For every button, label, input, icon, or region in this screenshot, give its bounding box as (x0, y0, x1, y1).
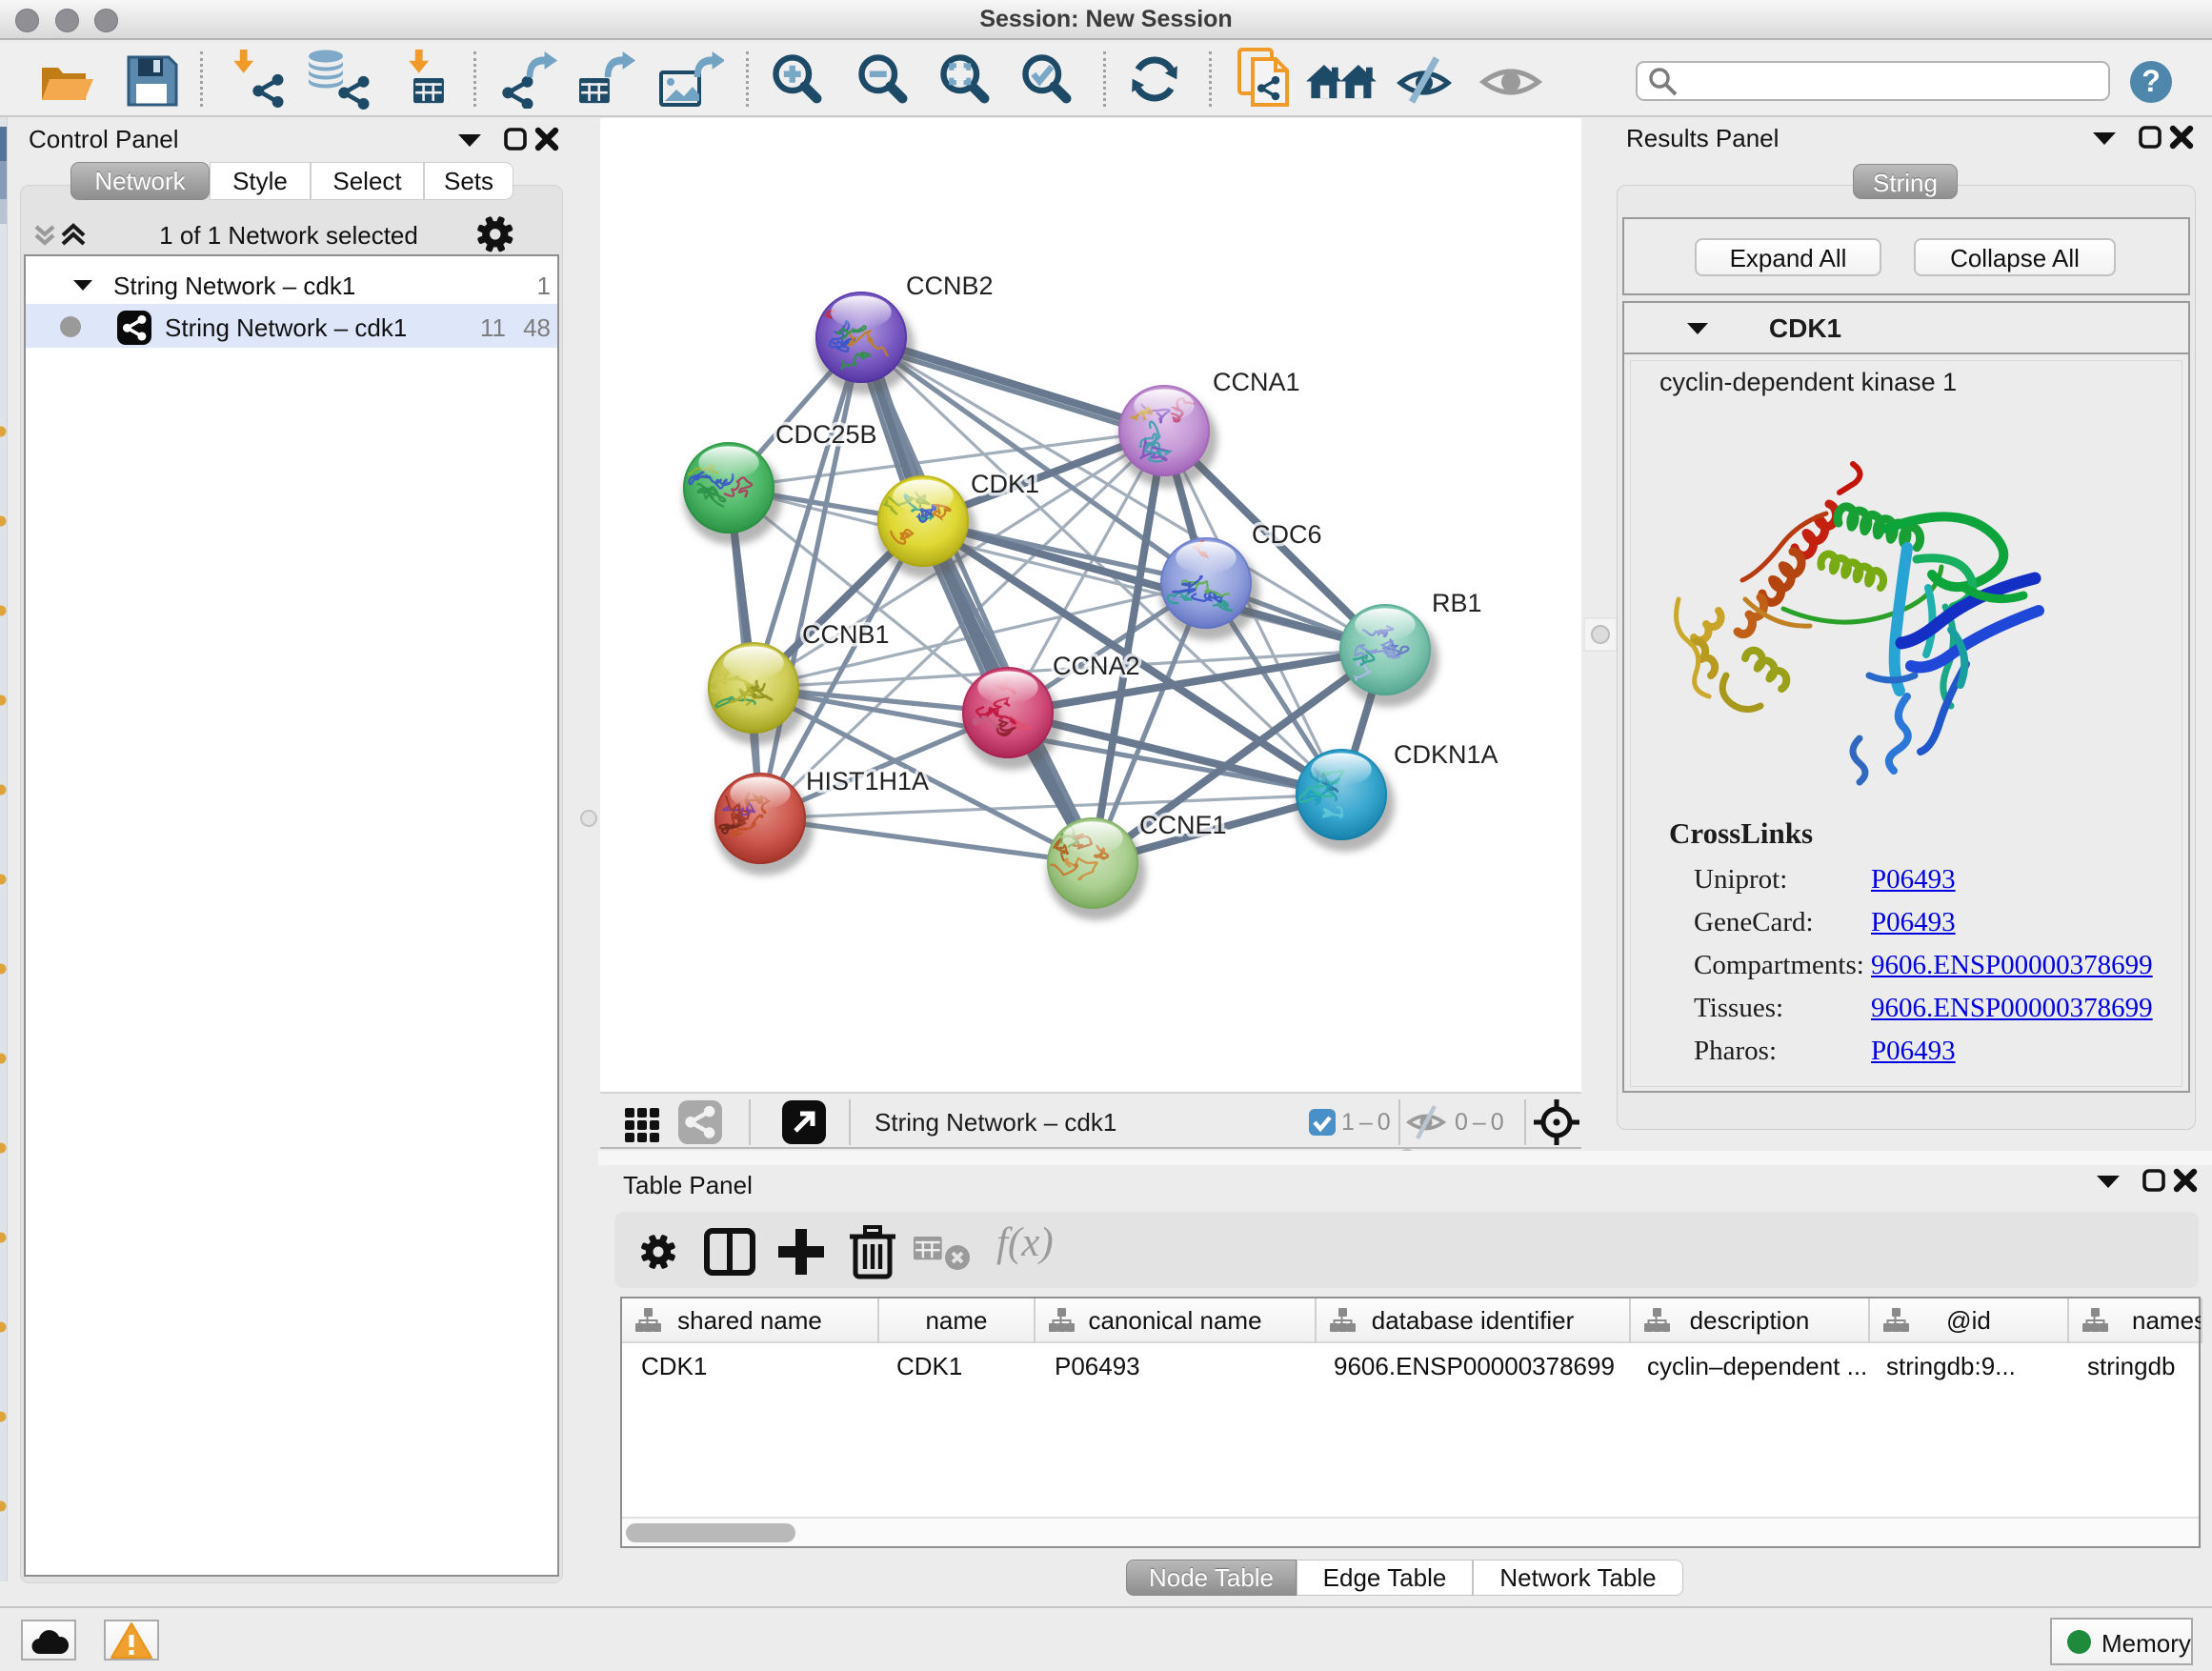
svg-text:1: 1 (537, 272, 551, 300)
svg-text:CDK1: CDK1 (971, 470, 1039, 498)
svg-text:11: 11 (480, 313, 506, 342)
svg-text:48: 48 (523, 313, 551, 342)
svg-text:CDKN1A: CDKN1A (1394, 740, 1498, 769)
svg-text:CCNB2: CCNB2 (906, 272, 994, 300)
svg-text:CDC25B: CDC25B (775, 420, 877, 449)
svg-text:RB1: RB1 (1432, 589, 1482, 617)
svg-text:CCNE1: CCNE1 (1139, 811, 1227, 839)
svg-text:1 of 1 Network selected: 1 of 1 Network selected (159, 221, 418, 250)
svg-text:CCNA2: CCNA2 (1053, 652, 1140, 680)
svg-text:CCNA1: CCNA1 (1213, 368, 1300, 396)
svg-text:String Network – cdk1: String Network – cdk1 (165, 313, 407, 342)
svg-text:CDC6: CDC6 (1252, 520, 1322, 549)
svg-text:HIST1H1A: HIST1H1A (806, 767, 929, 795)
svg-text:?: ? (2142, 64, 2161, 98)
svg-text:String Network – cdk1: String Network – cdk1 (113, 272, 355, 300)
svg-text:CCNB1: CCNB1 (802, 620, 890, 649)
